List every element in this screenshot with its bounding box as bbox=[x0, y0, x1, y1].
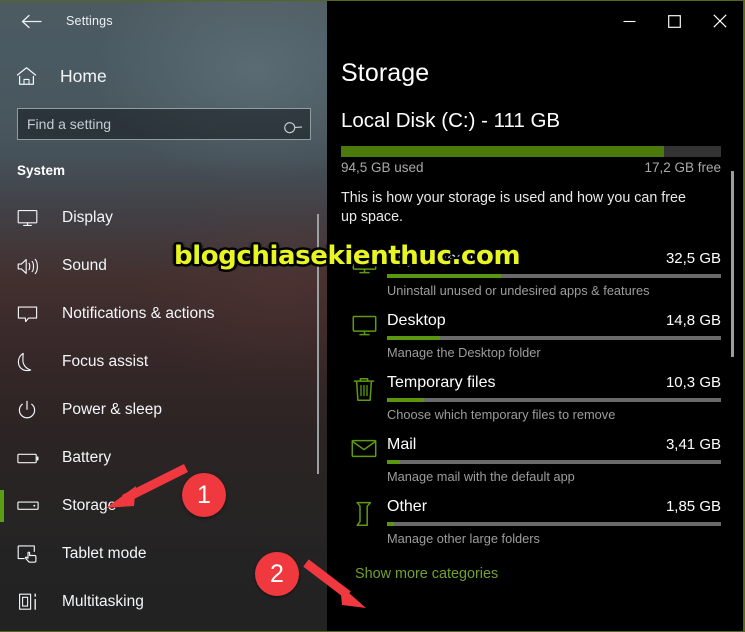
disk-usage-bar-fill bbox=[341, 146, 664, 157]
speaker-icon bbox=[17, 257, 47, 276]
sidebar-item-power-sleep[interactable]: Power & sleep bbox=[0, 386, 327, 434]
storage-category-bar-fill bbox=[387, 397, 424, 402]
page-title: Storage bbox=[341, 59, 430, 87]
storage-category-list: Apps & features 32,5 GB Uninstall unused… bbox=[341, 242, 721, 552]
close-button[interactable] bbox=[697, 1, 743, 41]
sidebar-item-label: Notifications & actions bbox=[62, 305, 215, 322]
storage-category-subtitle: Manage other large folders bbox=[387, 530, 540, 546]
storage-category-size: 1,85 GB bbox=[665, 497, 721, 515]
storage-category-name: Mail bbox=[387, 435, 417, 453]
storage-category-row[interactable]: Desktop 14,8 GB Manage the Desktop folde… bbox=[341, 304, 721, 366]
battery-icon bbox=[17, 452, 47, 465]
sidebar-item-label: Storage bbox=[62, 497, 117, 514]
storage-category-name: Desktop bbox=[387, 311, 446, 329]
storage-category-name: Temporary files bbox=[387, 373, 496, 391]
disk-free-label: 17,2 GB free bbox=[644, 160, 721, 175]
sidebar-item-label: Tablet mode bbox=[62, 545, 147, 562]
storage-category-subtitle: Choose which temporary files to remove bbox=[387, 406, 616, 422]
sidebar-item-display[interactable]: Display bbox=[0, 194, 327, 242]
disk-usage-legend: 94,5 GB used 17,2 GB free bbox=[341, 160, 721, 175]
settings-window: Settings Home Find a setting System Disp… bbox=[0, 0, 745, 632]
window-titlebar-left: Settings bbox=[0, 1, 327, 41]
sidebar-section-header: System bbox=[17, 163, 66, 178]
storage-category-row[interactable]: Apps & features 32,5 GB Uninstall unused… bbox=[341, 242, 721, 304]
storage-category-bar bbox=[387, 273, 721, 278]
sidebar-item-label: Battery bbox=[62, 449, 112, 466]
trash-icon bbox=[341, 374, 387, 422]
sidebar-item-label: Power & sleep bbox=[62, 401, 162, 418]
sidebar-item-label: Multitasking bbox=[62, 593, 144, 610]
storage-category-size: 32,5 GB bbox=[665, 249, 721, 267]
monitor-icon bbox=[341, 312, 387, 360]
main-scrollbar[interactable] bbox=[731, 171, 734, 357]
storage-category-name: Other bbox=[387, 497, 428, 515]
storage-category-subtitle: Uninstall unused or undesired apps & fea… bbox=[387, 282, 650, 298]
annotation-badge-1: 1 bbox=[182, 473, 226, 517]
storage-category-row[interactable]: Temporary files 10,3 GB Choose which tem… bbox=[341, 366, 721, 428]
sidebar-item-home[interactable]: Home bbox=[0, 58, 327, 94]
annotation-badge-2: 2 bbox=[255, 552, 299, 596]
storage-category-size: 3,41 GB bbox=[665, 435, 721, 453]
storage-category-bar-fill bbox=[387, 335, 441, 340]
settings-sidebar: Settings Home Find a setting System Disp… bbox=[0, 1, 327, 631]
settings-main-panel: Storage Local Disk (C:) - 111 GB 94,5 GB… bbox=[327, 1, 743, 631]
search-icon bbox=[280, 108, 312, 141]
sidebar-item-focus-assist[interactable]: Focus assist bbox=[0, 338, 327, 386]
sidebar-item-notifications[interactable]: Notifications & actions bbox=[0, 290, 327, 338]
envelope-icon bbox=[341, 436, 387, 484]
moon-icon bbox=[17, 352, 47, 372]
tablet-hand-icon bbox=[17, 544, 47, 564]
storage-category-bar bbox=[387, 335, 721, 340]
power-icon bbox=[17, 400, 47, 420]
search-placeholder: Find a setting bbox=[27, 116, 112, 132]
sidebar-home-label: Home bbox=[60, 65, 107, 86]
storage-drive-icon bbox=[17, 500, 47, 512]
sidebar-item-label: Focus assist bbox=[62, 353, 149, 370]
storage-category-row[interactable]: Mail 3,41 GB Manage mail with the defaul… bbox=[341, 428, 721, 490]
storage-category-bar-fill bbox=[387, 273, 501, 278]
storage-category-bar bbox=[387, 397, 721, 402]
storage-category-subtitle: Manage the Desktop folder bbox=[387, 344, 541, 360]
disk-used-label: 94,5 GB used bbox=[341, 160, 424, 175]
show-more-categories-link[interactable]: Show more categories bbox=[355, 566, 498, 582]
home-icon bbox=[16, 66, 46, 86]
storage-category-bar-fill bbox=[387, 521, 394, 526]
sidebar-item-label: Sound bbox=[62, 257, 107, 274]
storage-description: This is how your storage is used and how… bbox=[341, 190, 686, 226]
local-disk-heading: Local Disk (C:) - 111 GB bbox=[341, 109, 561, 132]
storage-category-row[interactable]: Other 1,85 GB Manage other large folders bbox=[341, 490, 721, 552]
notification-icon bbox=[17, 305, 47, 324]
monitor-icon bbox=[17, 209, 47, 227]
search-input[interactable]: Find a setting bbox=[17, 108, 311, 140]
sidebar-scrollbar[interactable] bbox=[317, 214, 319, 474]
storage-category-subtitle: Manage mail with the default app bbox=[387, 468, 575, 484]
sidebar-item-storage[interactable]: Storage bbox=[0, 482, 327, 530]
storage-page: Storage Local Disk (C:) - 111 GB 94,5 GB… bbox=[327, 59, 743, 583]
sidebar-item-sound[interactable]: Sound bbox=[0, 242, 327, 290]
multitasking-icon bbox=[17, 592, 47, 612]
disk-usage-bar bbox=[341, 146, 721, 157]
minimize-button[interactable] bbox=[607, 1, 652, 41]
sidebar-item-battery[interactable]: Battery bbox=[0, 434, 327, 482]
storage-category-bar bbox=[387, 459, 721, 464]
monitor-icon bbox=[341, 250, 387, 298]
maximize-button[interactable] bbox=[652, 1, 697, 41]
storage-category-size: 14,8 GB bbox=[665, 311, 721, 329]
storage-category-name: Apps & features bbox=[387, 249, 501, 267]
window-controls bbox=[327, 1, 743, 41]
window-title: Settings bbox=[66, 14, 113, 28]
page-fold-icon bbox=[341, 498, 387, 546]
storage-category-size: 10,3 GB bbox=[665, 373, 721, 391]
sidebar-item-label: Display bbox=[62, 209, 113, 226]
storage-category-bar bbox=[387, 521, 721, 526]
storage-category-bar-fill bbox=[387, 459, 401, 464]
back-arrow-icon[interactable] bbox=[14, 6, 48, 36]
